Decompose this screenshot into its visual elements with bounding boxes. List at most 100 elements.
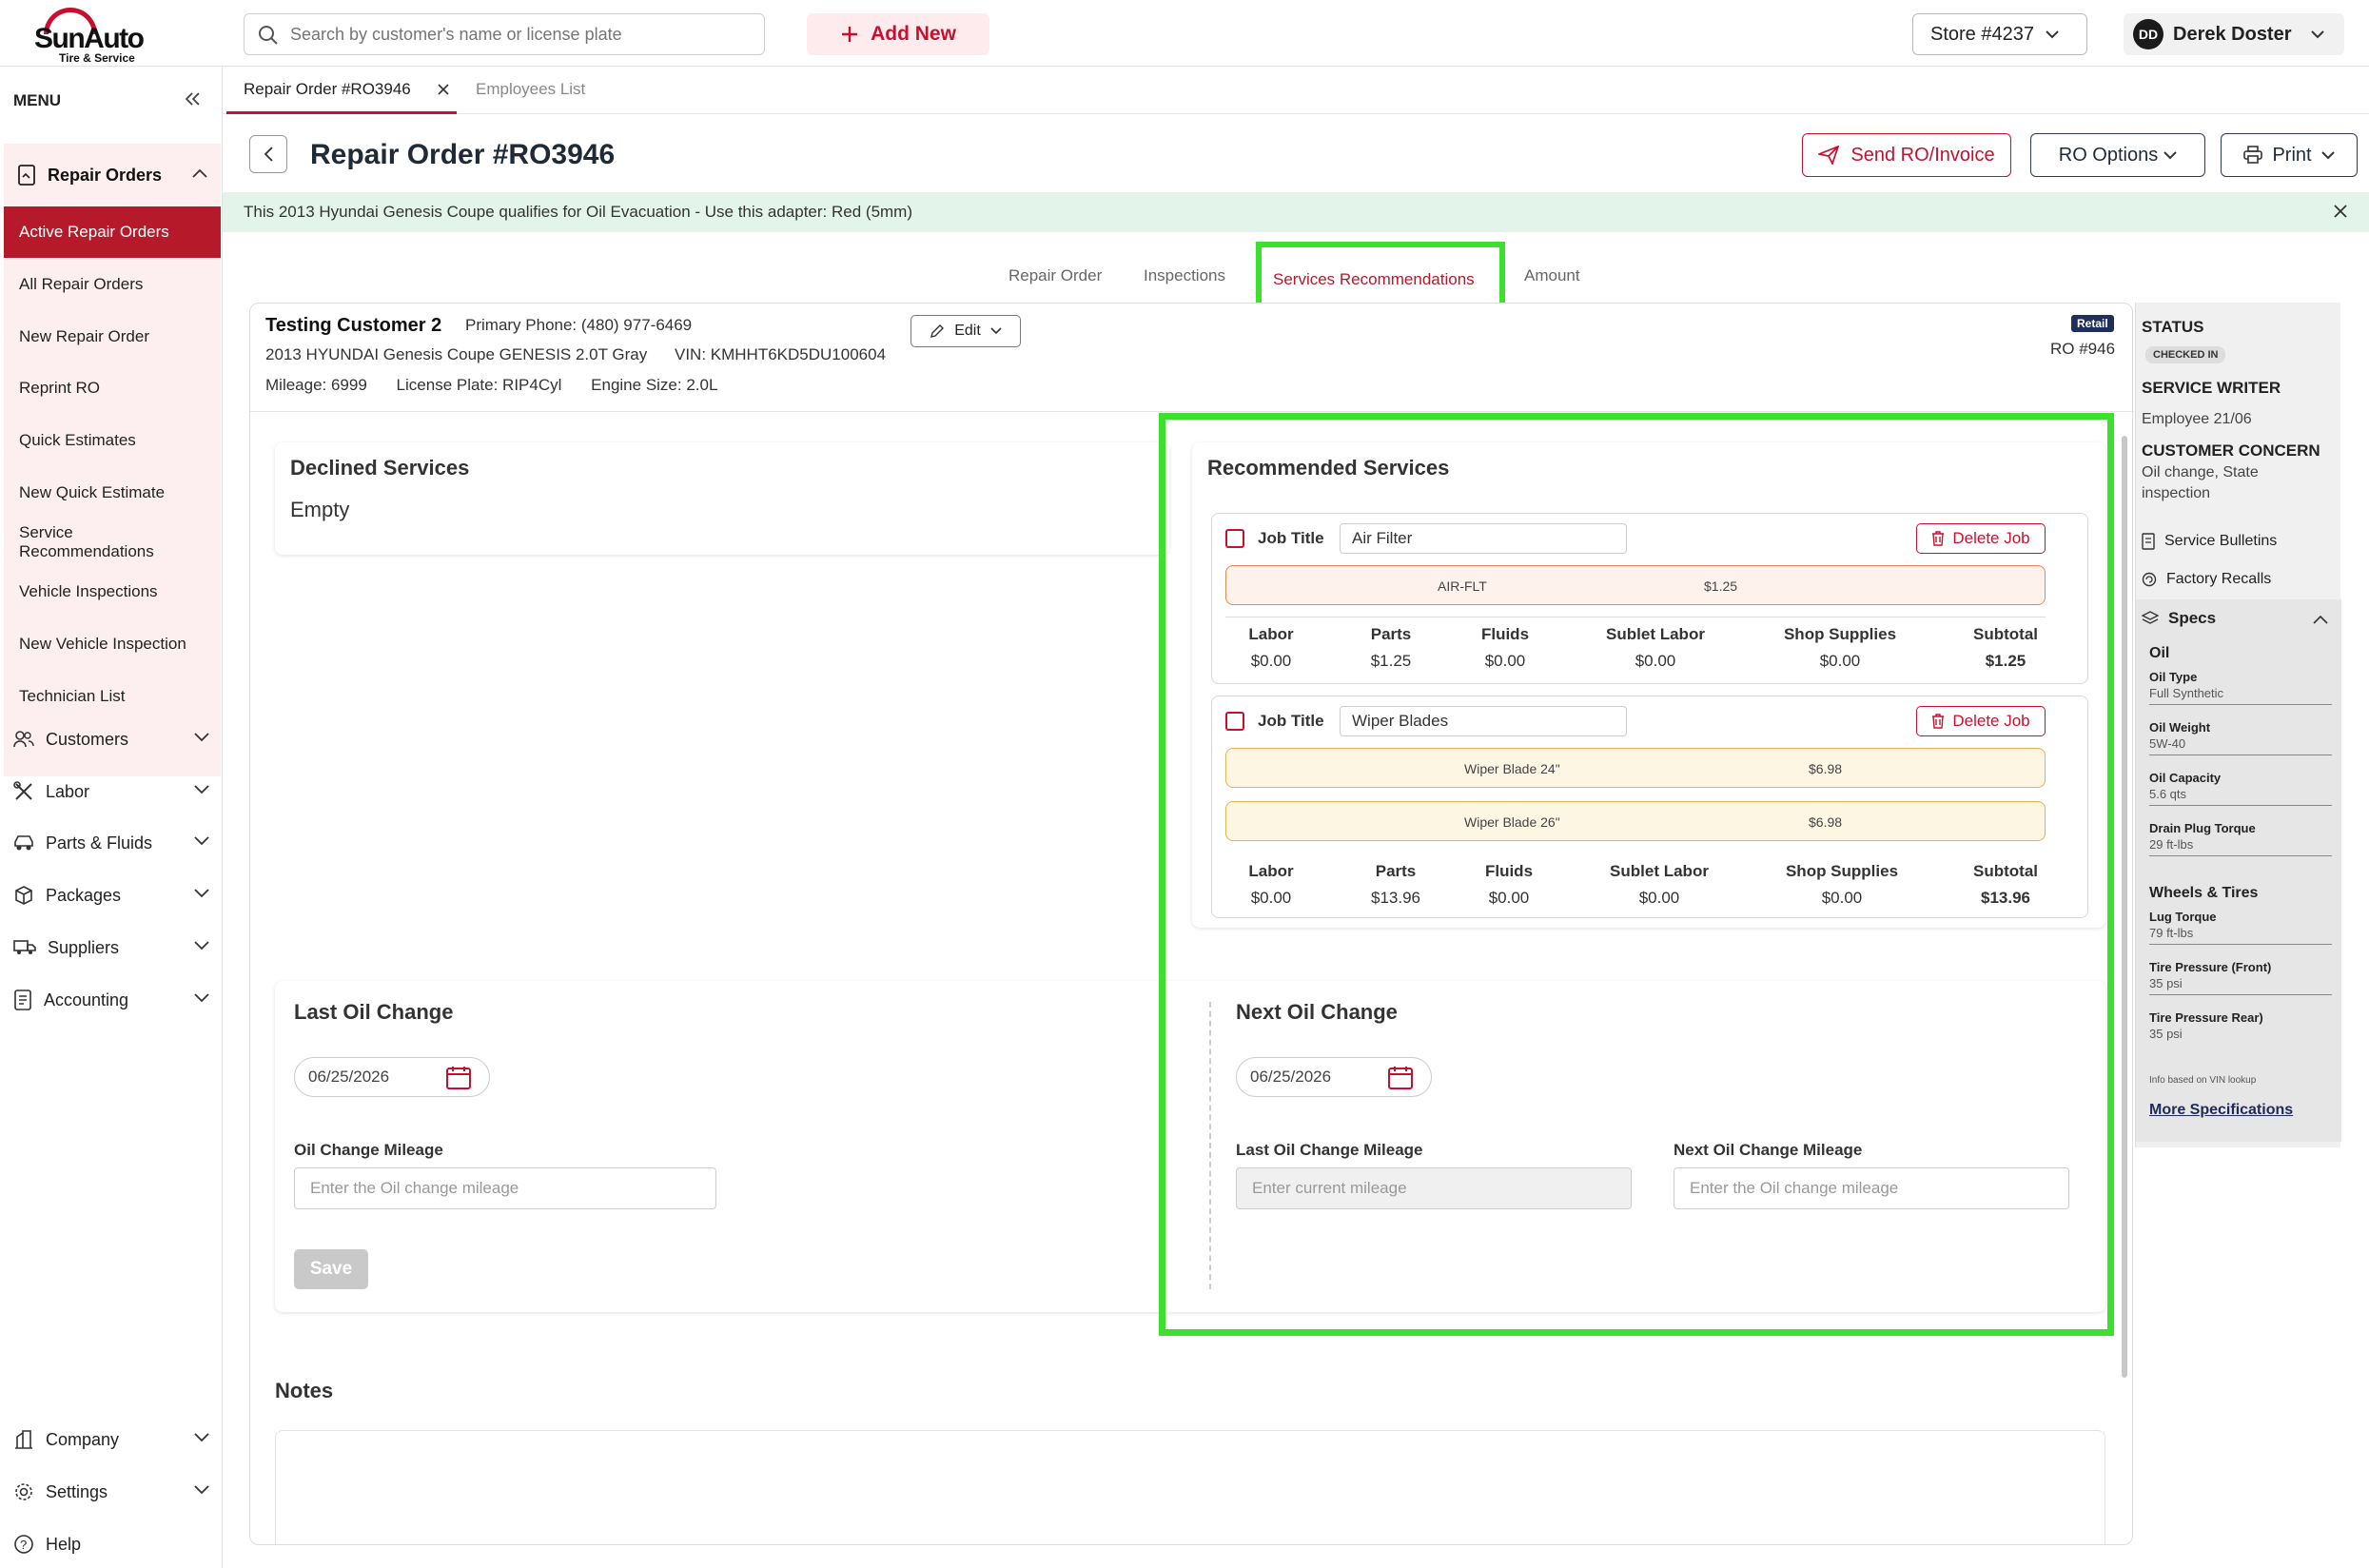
service-bulletins-label: Service Bulletins xyxy=(2164,533,2278,549)
spec-label: Tire Pressure (Front) xyxy=(2149,960,2272,974)
declined-services-title: Declined Services xyxy=(290,456,470,480)
sidebar-item-new-vehicle-inspection[interactable]: New Vehicle Inspection xyxy=(4,618,221,670)
print-button[interactable]: Print xyxy=(2221,133,2358,177)
sidebar-item-label: Parts & Fluids xyxy=(46,833,153,853)
sidebar-item-repair-orders[interactable]: Repair Orders xyxy=(4,144,221,206)
sidebar-item-reprint-ro[interactable]: Reprint RO xyxy=(4,363,221,414)
sidebar-item-technician-list[interactable]: Technician List xyxy=(4,671,221,722)
sidebar-item-new-repair-order[interactable]: New Repair Order xyxy=(4,311,221,363)
oil-change-mileage-input[interactable]: Enter the Oil change mileage xyxy=(294,1167,716,1209)
engine-size: Engine Size: 2.0L xyxy=(591,376,718,394)
ro-options-button[interactable]: RO Options xyxy=(2030,133,2205,177)
collapse-sidebar-icon[interactable] xyxy=(185,91,202,107)
sidebar-item-help[interactable]: ? Help xyxy=(13,1525,213,1563)
declined-services-card: Declined Services Empty xyxy=(275,442,1169,555)
recall-icon xyxy=(2142,572,2157,587)
sidebar-item-accounting[interactable]: Accounting xyxy=(13,981,213,1019)
ledger-icon xyxy=(13,990,32,1010)
specs-header[interactable]: Specs xyxy=(2142,609,2216,628)
vin-lookup-note: Info based on VIN lookup xyxy=(2149,1075,2257,1086)
ro-options-label: RO Options xyxy=(2058,144,2159,166)
factory-recalls-link[interactable]: Factory Recalls xyxy=(2142,569,2271,590)
customer-phone: Primary Phone: (480) 977-6469 xyxy=(465,316,693,334)
license-plate: License Plate: RIP4Cyl xyxy=(396,376,562,394)
sidebar-item-label: Packages xyxy=(46,885,122,905)
spec-label: Oil Capacity xyxy=(2149,771,2222,785)
user-menu[interactable]: DD Derek Doster xyxy=(2124,13,2344,55)
sidebar-item-label: Labor xyxy=(46,781,90,801)
sidebar-item-label: Suppliers xyxy=(48,937,120,957)
scrollbar-thumb[interactable] xyxy=(2122,436,2127,1378)
declined-empty-text: Empty xyxy=(290,498,350,521)
chevron-down-icon xyxy=(194,733,209,742)
spec-label: Oil Type xyxy=(2149,670,2198,684)
sidebar-item-quick-estimates[interactable]: Quick Estimates xyxy=(4,415,221,466)
sidebar-item-labor[interactable]: Labor xyxy=(13,773,213,811)
sidebar-item-packages[interactable]: Packages xyxy=(13,876,213,914)
spec-value: 29 ft-lbs xyxy=(2149,837,2194,852)
close-icon[interactable] xyxy=(2333,204,2348,219)
send-ro-invoice-button[interactable]: Send RO/Invoice xyxy=(1802,133,2011,177)
sidebar-item-settings[interactable]: Settings xyxy=(13,1473,213,1511)
chevron-up-icon[interactable] xyxy=(2313,615,2328,624)
sidebar-item-new-quick-estimate[interactable]: New Quick Estimate xyxy=(4,467,221,519)
sidebar-item-parts-fluids[interactable]: Parts & Fluids xyxy=(13,824,213,862)
spec-value: 5.6 qts xyxy=(2149,787,2187,801)
store-selector[interactable]: Store #4237 xyxy=(1912,13,2087,55)
tab-repair-order[interactable]: Repair Order #RO3946 xyxy=(244,80,449,99)
chevron-down-icon xyxy=(194,993,209,1003)
store-label: Store #4237 xyxy=(1930,23,2034,45)
spec-value: 5W-40 xyxy=(2149,736,2186,751)
edit-button[interactable]: Edit xyxy=(910,315,1021,347)
spec-value: Full Synthetic xyxy=(2149,686,2224,700)
service-writer-label: SERVICE WRITER xyxy=(2142,379,2281,397)
content-scrollbar[interactable] xyxy=(2120,419,2129,1547)
tab-inspections[interactable]: Inspections xyxy=(1144,266,1225,285)
last-oil-change-date[interactable]: 06/25/2026 xyxy=(294,1057,490,1097)
calendar-icon[interactable] xyxy=(445,1066,472,1090)
vehicle-line: 2013 HYUNDAI Genesis Coupe GENESIS 2.0T … xyxy=(265,345,886,364)
chevron-down-icon xyxy=(2163,150,2177,160)
more-specifications-link[interactable]: More Specifications xyxy=(2149,1102,2293,1119)
sidebar-item-service-recommendations[interactable]: Service Recommendations xyxy=(4,517,154,568)
add-new-label: Add New xyxy=(871,23,956,45)
users-icon xyxy=(13,731,34,748)
sidebar-item-company[interactable]: Company xyxy=(13,1421,213,1459)
customer-name[interactable]: Testing Customer 2 xyxy=(265,315,441,337)
service-bulletins-link[interactable]: Service Bulletins xyxy=(2142,531,2277,552)
search-input[interactable] xyxy=(290,22,747,47)
chevron-down-icon xyxy=(194,941,209,951)
add-new-button[interactable]: Add New xyxy=(807,13,989,55)
sidebar-item-vehicle-inspections[interactable]: Vehicle Inspections xyxy=(4,566,221,617)
pencil-icon xyxy=(930,323,945,339)
status-panel: STATUS CHECKED IN SERVICE WRITER Employe… xyxy=(2135,303,2341,1147)
specs-label: Specs xyxy=(2168,609,2217,627)
close-icon[interactable] xyxy=(438,84,449,95)
top-bar: SunAuto Tire & Service Add New Store #42… xyxy=(0,0,2369,67)
notes-textarea[interactable] xyxy=(275,1430,2105,1544)
page-title: Repair Order #RO3946 xyxy=(310,139,616,170)
sidebar-item-suppliers[interactable]: Suppliers xyxy=(13,929,213,967)
save-button[interactable]: Save xyxy=(294,1249,368,1289)
edit-label: Edit xyxy=(954,323,981,339)
spec-value: 35 psi xyxy=(2149,1027,2183,1041)
spec-label: Tire Pressure Rear) xyxy=(2149,1010,2263,1025)
search-box[interactable] xyxy=(244,13,765,55)
gear-icon xyxy=(13,1481,34,1502)
notes-title: Notes xyxy=(275,1379,334,1402)
back-button[interactable] xyxy=(249,135,287,173)
wheels-tires-heading: Wheels & Tires xyxy=(2149,885,2259,901)
ro-number: RO #946 xyxy=(2050,340,2116,358)
sidebar-item-customers[interactable]: Customers xyxy=(13,720,213,758)
tab-repair-order-details[interactable]: Repair Order xyxy=(1008,266,1102,285)
chevron-down-icon xyxy=(990,327,1002,335)
customer-concern-label: CUSTOMER CONCERN xyxy=(2142,441,2320,460)
sidebar-item-all-repair-orders[interactable]: All Repair Orders xyxy=(4,259,221,310)
tab-services-recommendations[interactable]: Services Recommendations xyxy=(1256,242,1505,308)
vehicle-vin: VIN: KMHHT6KD5DU100604 xyxy=(675,345,887,363)
sidebar-item-active-repair-orders[interactable]: Active Repair Orders xyxy=(4,206,221,258)
tab-amount[interactable]: Amount xyxy=(1524,266,1580,285)
tab-employees-list[interactable]: Employees List xyxy=(476,80,585,99)
sunauto-logo[interactable]: SunAuto Tire & Service xyxy=(34,8,148,65)
sidebar: MENU Repair Orders Active Repair Orders … xyxy=(0,67,223,1568)
